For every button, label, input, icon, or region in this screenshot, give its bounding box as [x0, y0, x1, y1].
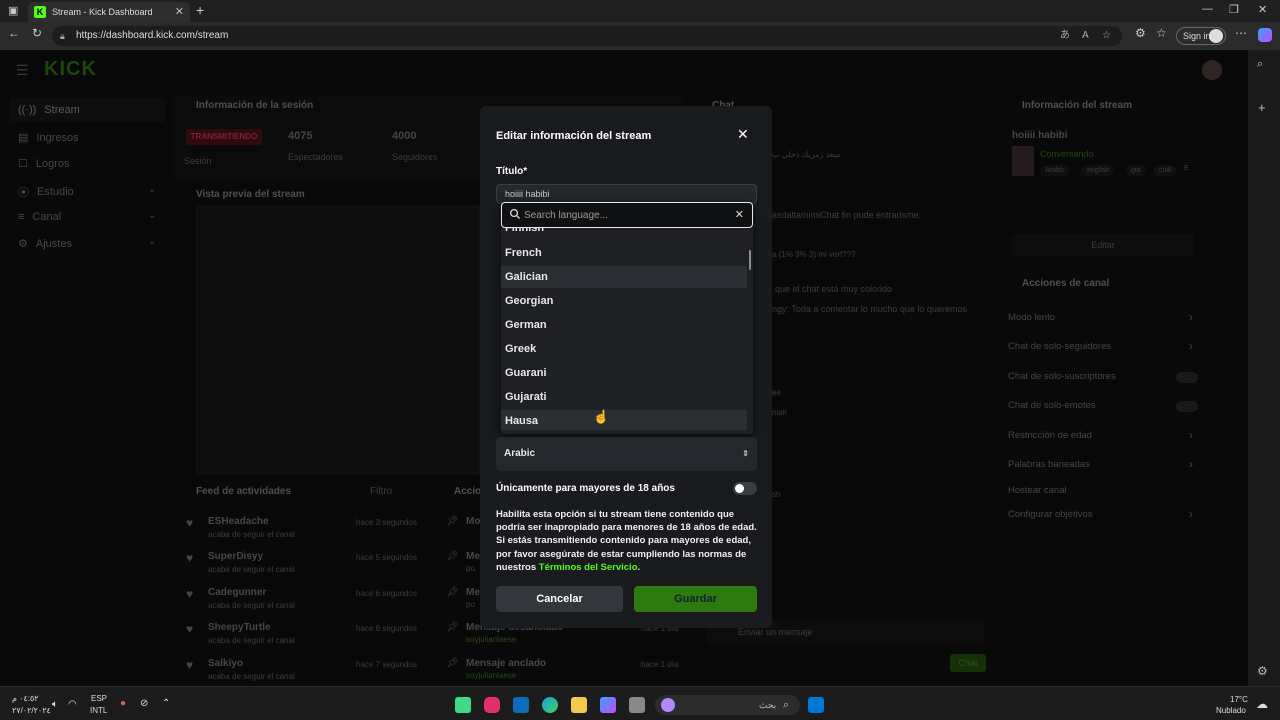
camera-off-icon[interactable]: ⊘ — [140, 698, 148, 709]
language-list: Finnish French Galician Georgian German … — [501, 228, 749, 430]
edge-icon[interactable] — [542, 697, 558, 713]
lock-icon: 🔒︎ — [60, 31, 65, 41]
weather-temp[interactable]: 17°C — [1230, 695, 1248, 704]
taskbar-search-placeholder: بحث — [759, 700, 777, 710]
language-option[interactable]: Georgian — [501, 290, 747, 312]
terms-of-service-link[interactable]: Términos del Servicio — [539, 562, 638, 573]
copilot-icon[interactable] — [1258, 28, 1272, 42]
copilot-icon[interactable] — [600, 697, 616, 713]
adult-only-description: Habilita esta opción si tu stream tiene … — [496, 508, 758, 574]
favorite-star-icon[interactable]: ☆ — [1102, 26, 1111, 46]
add-icon[interactable]: + — [1258, 100, 1266, 115]
file-explorer-icon[interactable] — [571, 697, 587, 713]
task-view-icon[interactable] — [629, 697, 645, 713]
clock-date[interactable]: ٢٧/٠٢/٢٠٢٤ — [12, 706, 51, 715]
language-option[interactable]: French — [501, 242, 747, 264]
language-option[interactable]: Galician — [501, 266, 747, 288]
favorites-icon[interactable]: ☆ — [1156, 26, 1167, 40]
tray-expand-icon[interactable]: ⌃ — [162, 698, 170, 709]
address-row: ← ↻ 🔒︎ https://dashboard.kick.com/stream… — [0, 22, 1280, 50]
language-select[interactable]: Arabic ⇕ — [496, 437, 757, 471]
clock-time[interactable]: ٠٤:٥٢ م — [12, 694, 39, 703]
save-button[interactable]: Guardar — [634, 586, 757, 612]
windows-start-icon[interactable] — [808, 697, 824, 713]
language-option[interactable]: German — [501, 314, 747, 336]
sign-in-label: Sign in — [1183, 31, 1211, 41]
modal-title: Editar información del stream — [496, 130, 652, 142]
adult-desc-end: . — [637, 561, 641, 573]
weather-text[interactable]: Nublado — [1216, 706, 1246, 715]
clear-search-icon[interactable]: ✕ — [735, 208, 744, 221]
language-option[interactable]: Greek — [501, 338, 747, 360]
settings-icon[interactable]: ⚙ — [1257, 664, 1268, 678]
adult-only-label: Únicamente para mayores de 18 años — [496, 483, 675, 494]
cancel-button[interactable]: Cancelar — [496, 586, 623, 612]
more-menu-icon[interactable]: ⋯ — [1235, 26, 1247, 40]
weather-cloud-icon[interactable]: ☁ — [1256, 697, 1268, 711]
wifi-icon[interactable]: ◠ — [68, 699, 77, 710]
language-option[interactable]: Guarani — [501, 362, 747, 384]
language-option[interactable]: Finnish — [501, 228, 747, 239]
address-bar[interactable]: 🔒︎ https://dashboard.kick.com/stream あ A… — [52, 26, 1122, 46]
volume-icon[interactable]: 🔈︎ — [52, 699, 58, 710]
browser-tab-bar: ▣ K Stream - Kick Dashboard ✕ + — ❐ ✕ — [0, 0, 1280, 22]
back-icon[interactable]: ← — [8, 26, 20, 40]
minimize-icon[interactable]: — — [1202, 3, 1213, 15]
window-menu-icon[interactable]: ▣ — [8, 4, 18, 17]
adult-only-toggle[interactable] — [733, 482, 757, 495]
tab-title: Stream - Kick Dashboard — [52, 7, 153, 17]
read-aloud-icon[interactable]: A — [1082, 26, 1089, 46]
close-window-icon[interactable]: ✕ — [1258, 3, 1267, 16]
sign-in-button[interactable]: Sign in — [1176, 27, 1226, 45]
title-input[interactable]: hoiiii habibi — [496, 184, 757, 204]
selected-language: Arabic — [504, 448, 536, 459]
kick-favicon-icon: K — [34, 6, 46, 18]
maximize-icon[interactable]: ❐ — [1229, 3, 1239, 16]
search-icon[interactable]: ⌕ — [1257, 58, 1263, 71]
title-field-label: Título* — [496, 166, 528, 177]
search-highlight-icon — [661, 698, 675, 712]
language-search[interactable]: ✕ — [501, 202, 753, 228]
language-option[interactable]: Hausa — [501, 410, 747, 430]
toggle-knob — [735, 484, 744, 493]
new-tab-icon[interactable]: + — [196, 2, 204, 18]
translate-icon[interactable]: あ — [1060, 26, 1070, 46]
outlook-icon[interactable] — [513, 697, 529, 713]
app-icon[interactable] — [455, 697, 471, 713]
close-icon[interactable]: ✕ — [737, 126, 749, 143]
edit-stream-modal: Editar información del stream ✕ Título* … — [480, 106, 772, 628]
url-text: https://dashboard.kick.com/stream — [76, 30, 229, 41]
extensions-icon[interactable]: ⚙ — [1135, 26, 1146, 40]
language-search-input[interactable] — [524, 207, 724, 223]
microphone-icon[interactable]: ● — [120, 698, 126, 709]
language-dropdown: ✕ Finnish French Galician Georgian Germa… — [501, 202, 753, 434]
language-list-scrollbar[interactable] — [749, 250, 751, 270]
input-language[interactable]: ESP — [91, 694, 107, 703]
close-tab-icon[interactable]: ✕ — [175, 5, 184, 18]
mouse-cursor-icon: ☝ — [593, 409, 610, 424]
windows-taskbar: ٠٤:٥٢ م ٢٧/٠٢/٢٠٢٤ 🔈︎ ◠ ESP INTL ● ⊘ ⌃ ب… — [0, 686, 1280, 720]
select-arrows-icon: ⇕ — [742, 449, 749, 458]
browser-sidebar: ⌕ + ⚙ — [1248, 50, 1280, 686]
language-option[interactable]: Gujarati — [501, 386, 747, 408]
input-layout[interactable]: INTL — [90, 706, 107, 715]
taskbar-search[interactable]: بحث ⌕ — [655, 695, 800, 715]
profile-avatar-icon — [1209, 29, 1223, 43]
browser-tab[interactable]: K Stream - Kick Dashboard ✕ — [28, 2, 190, 22]
reload-icon[interactable]: ↻ — [32, 26, 42, 40]
search-icon: ⌕ — [783, 699, 790, 711]
instagram-icon[interactable] — [484, 697, 500, 713]
title-input-value: hoiiii habibi — [505, 189, 550, 199]
search-icon — [509, 208, 521, 220]
